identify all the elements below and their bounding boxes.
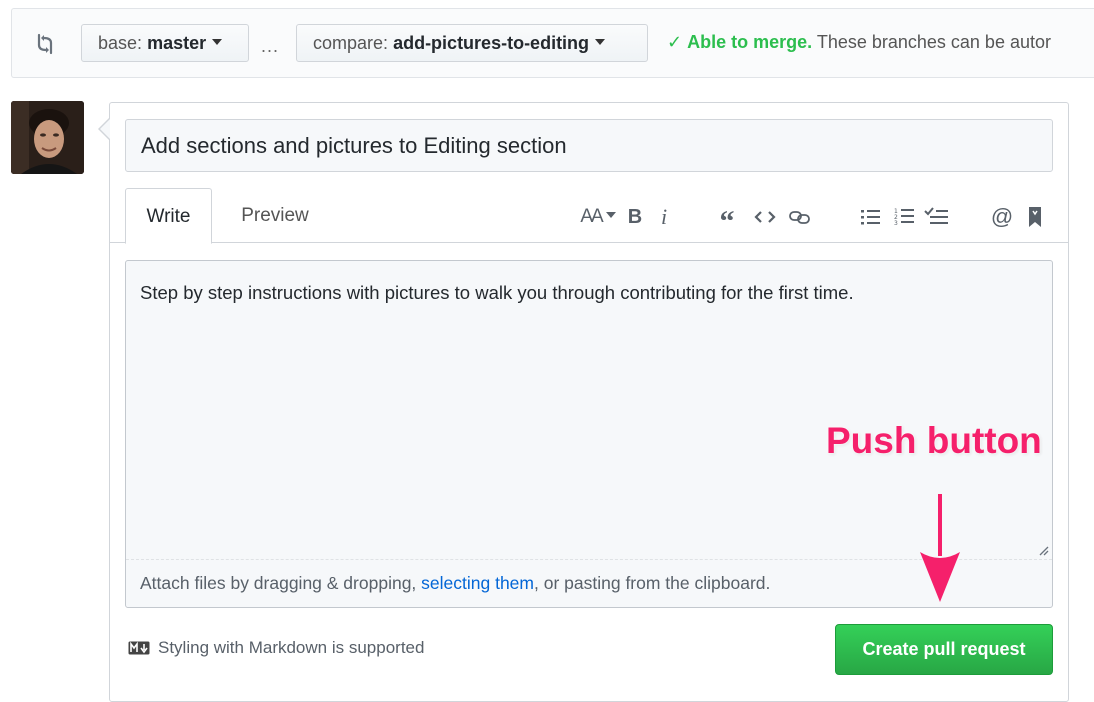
compare-branch-select[interactable]: compare: add-pictures-to-editing bbox=[296, 24, 648, 62]
link-button[interactable] bbox=[786, 202, 814, 232]
unordered-list-icon bbox=[861, 210, 880, 225]
text-size-icon: AA bbox=[580, 206, 603, 227]
task-list-icon bbox=[924, 207, 948, 224]
compare-label: compare: bbox=[313, 33, 389, 53]
merge-status: ✓ Able to merge. These branches can be a… bbox=[667, 32, 1051, 53]
bold-icon: B bbox=[627, 205, 643, 228]
base-branch-select[interactable]: base: master bbox=[81, 24, 249, 62]
chevron-down-icon bbox=[605, 212, 616, 218]
link-icon bbox=[789, 211, 810, 224]
markdown-toolbar: AA B i “ 123 @ bbox=[0, 202, 1094, 237]
merge-note: These branches can be autor bbox=[816, 32, 1051, 52]
check-icon: ✓ bbox=[667, 32, 683, 52]
ordered-list-icon: 123 bbox=[894, 208, 914, 227]
compare-range-bar: base: master ... compare: add-pictures-t… bbox=[11, 8, 1094, 78]
text-size-button[interactable]: AA bbox=[578, 202, 618, 232]
svg-text:3: 3 bbox=[894, 220, 898, 227]
attach-hint-before: Attach files by dragging & dropping, bbox=[140, 573, 422, 593]
markdown-icon bbox=[128, 641, 150, 655]
quote-icon: “ bbox=[719, 205, 735, 238]
markdown-note-text[interactable]: Styling with Markdown is supported bbox=[158, 638, 424, 658]
bold-button[interactable]: B bbox=[625, 202, 645, 232]
push-button-annotation: Push button bbox=[826, 420, 1042, 461]
resize-handle-icon[interactable] bbox=[1037, 544, 1049, 556]
code-button[interactable] bbox=[752, 202, 778, 232]
bookmark-icon bbox=[1029, 207, 1041, 227]
base-branch-name: master bbox=[147, 33, 207, 53]
italic-icon: i bbox=[660, 204, 668, 229]
markdown-support-note: Styling with Markdown is supported bbox=[128, 638, 424, 658]
merge-ok-text: Able to merge. bbox=[687, 32, 813, 52]
italic-button[interactable]: i bbox=[655, 202, 673, 232]
comment-body-text[interactable]: Step by step instructions with pictures … bbox=[140, 282, 854, 304]
chevron-down-icon bbox=[212, 39, 223, 46]
range-separator: ... bbox=[261, 36, 280, 56]
compare-branch-name: add-pictures-to-editing bbox=[393, 33, 590, 53]
speech-caret-inner bbox=[100, 119, 110, 139]
base-label: base: bbox=[98, 33, 143, 53]
chevron-down-icon bbox=[595, 39, 606, 46]
quote-button[interactable]: “ bbox=[714, 202, 740, 237]
mention-button[interactable]: @ bbox=[989, 202, 1015, 232]
task-list-button[interactable] bbox=[922, 202, 952, 232]
select-files-link[interactable]: selecting them bbox=[421, 573, 534, 593]
code-icon bbox=[754, 211, 776, 223]
pr-title-input[interactable] bbox=[125, 119, 1053, 172]
ordered-list-button[interactable]: 123 bbox=[892, 202, 918, 232]
attach-hint-after: , or pasting from the clipboard. bbox=[534, 573, 771, 593]
avatar-photo bbox=[11, 101, 84, 174]
git-compare-icon bbox=[37, 33, 53, 55]
attach-files-hint: Attach files by dragging & dropping, sel… bbox=[140, 573, 770, 594]
arrow-down-icon bbox=[920, 494, 960, 602]
mention-icon: @ bbox=[990, 204, 1014, 229]
create-pull-request-button[interactable]: Create pull request bbox=[835, 624, 1053, 675]
saved-reply-button[interactable] bbox=[1024, 202, 1046, 232]
avatar[interactable] bbox=[11, 101, 84, 174]
unordered-list-button[interactable] bbox=[858, 202, 884, 232]
